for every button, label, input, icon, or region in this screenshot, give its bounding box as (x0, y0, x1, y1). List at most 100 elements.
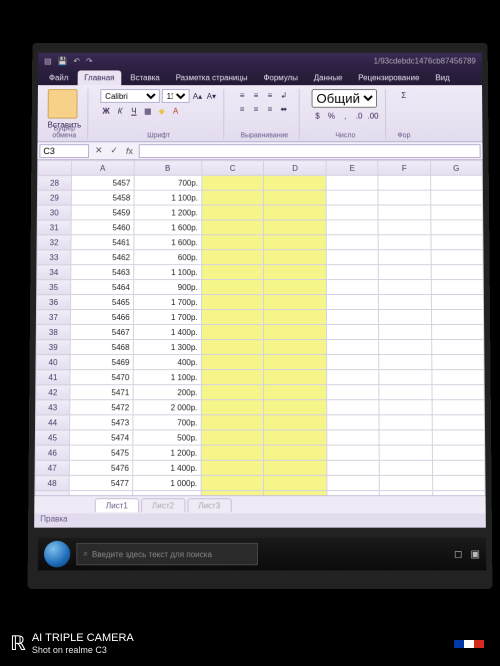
cell-G33[interactable] (431, 250, 483, 265)
cell-G41[interactable] (432, 370, 485, 385)
cell-B43[interactable]: 2 000р. (133, 400, 201, 415)
cell-B45[interactable]: 500р. (133, 430, 201, 445)
cell-F41[interactable] (379, 370, 431, 385)
cell-G34[interactable] (431, 265, 483, 280)
cell-E40[interactable] (327, 355, 379, 370)
cell-F28[interactable] (378, 175, 430, 190)
cell-C33[interactable] (201, 250, 264, 265)
cell-G47[interactable] (432, 460, 485, 475)
col-header-D[interactable]: D (264, 161, 326, 176)
ribbon-tab-0[interactable]: Файл (42, 70, 75, 85)
ribbon-tab-6[interactable]: Рецензирование (351, 70, 426, 85)
cell-G36[interactable] (431, 295, 483, 310)
formula-input[interactable] (139, 144, 481, 158)
fx-icon[interactable]: fx (122, 146, 137, 156)
col-header-E[interactable]: E (326, 161, 378, 176)
cell-G46[interactable] (432, 445, 485, 460)
tray-icon-2[interactable]: ▣ (470, 548, 480, 559)
cell-G31[interactable] (431, 220, 483, 235)
cell-A28[interactable]: 5457 (71, 175, 134, 190)
cell-D47[interactable] (264, 460, 327, 475)
cell-D31[interactable] (264, 220, 327, 235)
increase-font-icon[interactable]: A▴ (191, 90, 203, 102)
bold-button[interactable]: Ж (100, 105, 112, 117)
underline-button[interactable]: Ч (128, 105, 140, 117)
cell-F40[interactable] (379, 355, 431, 370)
redo-icon[interactable]: ↷ (86, 56, 93, 65)
cell-C31[interactable] (201, 220, 264, 235)
row-header[interactable]: 47 (35, 460, 69, 475)
cell-C38[interactable] (201, 324, 264, 339)
currency-icon[interactable]: $ (312, 110, 324, 122)
cell-C32[interactable] (201, 235, 264, 250)
cell-E47[interactable] (327, 460, 380, 475)
row-header[interactable]: 32 (37, 235, 71, 250)
cell-D35[interactable] (264, 280, 327, 295)
cell-A38[interactable]: 5467 (70, 324, 133, 339)
row-header[interactable]: 46 (35, 445, 69, 460)
cell-F48[interactable] (380, 475, 433, 490)
cell-F37[interactable] (379, 310, 431, 325)
cell-F32[interactable] (379, 235, 431, 250)
cell-C30[interactable] (201, 205, 264, 220)
cell-F44[interactable] (379, 415, 432, 430)
cell-C37[interactable] (201, 310, 264, 325)
start-button[interactable] (44, 541, 70, 567)
cell-D39[interactable] (264, 340, 327, 355)
cell-E48[interactable] (327, 475, 380, 490)
cell-C47[interactable] (201, 460, 264, 475)
tray-icon-1[interactable]: ◻ (454, 548, 462, 559)
cell-D42[interactable] (264, 385, 327, 400)
cell-E44[interactable] (327, 415, 380, 430)
cell-E37[interactable] (327, 310, 379, 325)
cell-D28[interactable] (264, 175, 326, 190)
cell-B39[interactable]: 1 300р. (133, 340, 201, 355)
align-center-icon[interactable]: ≡ (250, 103, 262, 115)
cell-E28[interactable] (326, 175, 378, 190)
cell-B31[interactable]: 1 600р. (134, 220, 202, 235)
cell-A37[interactable]: 5466 (70, 310, 133, 325)
align-left-icon[interactable]: ≡ (236, 103, 248, 115)
row-header[interactable]: 30 (37, 205, 71, 220)
cell-G38[interactable] (431, 324, 483, 339)
cell-E39[interactable] (327, 340, 379, 355)
row-header[interactable]: 38 (36, 324, 70, 339)
cell-G40[interactable] (431, 355, 484, 370)
cell-G29[interactable] (430, 190, 482, 205)
cell-G32[interactable] (431, 235, 483, 250)
cell-F31[interactable] (378, 220, 430, 235)
cell-B42[interactable]: 200р. (133, 385, 201, 400)
save-icon[interactable]: 💾 (58, 56, 68, 65)
row-header[interactable]: 39 (36, 340, 70, 355)
cell-D40[interactable] (264, 355, 327, 370)
dec-decimal-icon[interactable]: .00 (367, 110, 379, 122)
cell-D38[interactable] (264, 324, 327, 339)
cell-F47[interactable] (380, 460, 433, 475)
cell-C42[interactable] (201, 385, 264, 400)
row-header[interactable]: 40 (36, 355, 70, 370)
cell-C39[interactable] (201, 340, 264, 355)
sheet-tab-0[interactable]: Лист1 (95, 498, 139, 512)
cell-D45[interactable] (264, 430, 327, 445)
row-header[interactable]: 35 (37, 280, 71, 295)
align-right-icon[interactable]: ≡ (264, 103, 276, 115)
cell-E36[interactable] (327, 295, 379, 310)
row-header[interactable]: 37 (36, 310, 70, 325)
cell-A40[interactable]: 5469 (70, 355, 133, 370)
cell-A30[interactable]: 5459 (71, 205, 134, 220)
cell-F46[interactable] (379, 445, 432, 460)
cell-B38[interactable]: 1 400р. (133, 324, 201, 339)
cell-A45[interactable]: 5474 (69, 430, 132, 445)
row-header[interactable]: 42 (36, 385, 70, 400)
cell-C40[interactable] (201, 355, 264, 370)
align-mid-icon[interactable]: ≡ (250, 89, 262, 101)
cell-B35[interactable]: 900р. (133, 280, 201, 295)
percent-icon[interactable]: % (325, 110, 337, 122)
cell-G48[interactable] (432, 475, 485, 490)
cell-F29[interactable] (378, 190, 430, 205)
row-header[interactable]: 33 (37, 250, 71, 265)
enter-icon[interactable]: ✓ (106, 145, 122, 156)
ribbon-tab-4[interactable]: Формулы (256, 70, 304, 85)
row-header[interactable]: 34 (37, 265, 71, 280)
cell-G35[interactable] (431, 280, 483, 295)
